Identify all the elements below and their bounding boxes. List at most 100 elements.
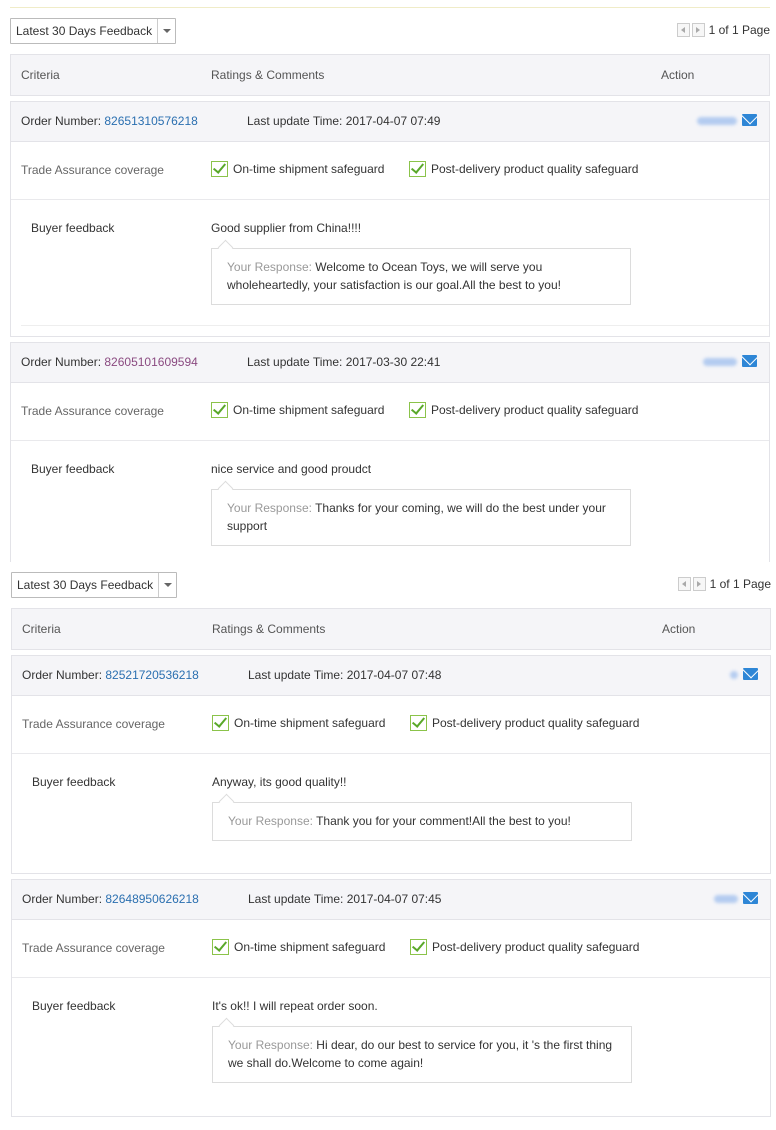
response-prefix: Your Response:: [228, 814, 313, 828]
safeguard-label: On-time shipment safeguard: [234, 716, 386, 730]
check-icon: [409, 402, 426, 418]
safeguard-ontime: On-time shipment safeguard: [211, 161, 384, 177]
check-icon: [211, 161, 228, 177]
table-header: Criteria Ratings & Comments Action: [10, 54, 770, 96]
page-indicator: 1 of 1 Page: [709, 577, 771, 591]
response-prefix: Your Response:: [228, 1038, 313, 1052]
card-header: Order Number: 82648950626218 Last update…: [12, 880, 770, 920]
feedback-period-dropdown[interactable]: Latest 30 Days Feedback: [11, 572, 178, 598]
check-icon: [212, 939, 229, 955]
pager: 1 of 1 Page: [677, 577, 771, 591]
check-icon: [409, 161, 426, 177]
safeguard-label: On-time shipment safeguard: [234, 940, 386, 954]
trade-assurance-label: Trade Assurance coverage: [22, 717, 165, 731]
last-update-time: 2017-04-07 07:45: [346, 892, 442, 906]
safeguard-label: Post-delivery product quality safeguard: [432, 940, 640, 954]
buyer-name-blurred: [730, 671, 738, 679]
card-header: Order Number: 82651310576218 Last update…: [11, 102, 769, 142]
seller-response: Your Response: Hi dear, do our best to s…: [212, 1026, 632, 1083]
order-number-label: Order Number:: [22, 668, 103, 682]
buyer-feedback-text: Good supplier from China!!!!: [211, 221, 362, 235]
buyer-feedback-text: Anyway, its good quality!!: [212, 775, 347, 789]
check-icon: [410, 939, 427, 955]
buyer-feedback-label: Buyer feedback: [32, 775, 116, 789]
prev-page-icon[interactable]: [676, 23, 690, 37]
top-divider: [10, 0, 770, 8]
feedback-section-2: Latest 30 Days Feedback 1 of 1 Page Crit…: [11, 572, 771, 1117]
buyer-feedback-text: nice service and good proudct: [211, 462, 372, 476]
prev-page-icon[interactable]: [677, 577, 691, 591]
order-number-label: Order Number:: [21, 355, 102, 369]
safeguard-label: Post-delivery product quality safeguard: [431, 162, 639, 176]
safeguard-quality: Post-delivery product quality safeguard: [409, 161, 638, 177]
trade-assurance-label: Trade Assurance coverage: [22, 941, 165, 955]
table-header: Criteria Ratings & Comments Action: [11, 608, 771, 650]
trade-assurance-row: Trade Assurance coverage On-time shipmen…: [11, 383, 769, 441]
response-prefix: Your Response:: [227, 260, 312, 274]
trade-assurance-row: Trade Assurance coverage On-time shipmen…: [12, 920, 770, 978]
order-number-link[interactable]: 82521720536218: [105, 668, 198, 682]
feedback-card: Order Number: 82521720536218 Last update…: [11, 655, 771, 874]
trade-assurance-row: Trade Assurance coverage On-time shipmen…: [11, 142, 769, 200]
order-number-link[interactable]: 82651310576218: [104, 114, 197, 128]
column-ratings: Ratings & Comments: [212, 622, 326, 636]
mail-icon[interactable]: [743, 892, 758, 904]
dropdown-label: Latest 30 Days Feedback: [17, 578, 154, 592]
feedback-card: Order Number: 82605101609594 Last update…: [10, 342, 770, 562]
feedback-card: Order Number: 82648950626218 Last update…: [11, 879, 771, 1117]
safeguard-quality: Post-delivery product quality safeguard: [409, 402, 638, 418]
mail-icon[interactable]: [742, 355, 757, 367]
next-page-icon[interactable]: [691, 23, 705, 37]
check-icon: [410, 715, 427, 731]
last-update-time: 2017-04-07 07:48: [346, 668, 442, 682]
trade-assurance-label: Trade Assurance coverage: [21, 163, 164, 177]
column-action: Action: [662, 622, 696, 636]
column-criteria: Criteria: [21, 68, 60, 82]
buyer-name-blurred: [703, 358, 737, 366]
mail-icon[interactable]: [743, 668, 758, 680]
column-action: Action: [661, 68, 695, 82]
feedback-period-dropdown[interactable]: Latest 30 Days Feedback: [10, 18, 177, 44]
order-number: Order Number: 82651310576218: [21, 114, 198, 128]
order-number-label: Order Number:: [22, 892, 103, 906]
chevron-down-icon[interactable]: [157, 19, 175, 43]
pager: 1 of 1 Page: [676, 23, 770, 37]
order-number: Order Number: 82521720536218: [22, 668, 199, 682]
last-update-label: Last update Time:: [248, 668, 344, 682]
check-icon: [211, 402, 228, 418]
next-page-icon[interactable]: [692, 577, 706, 591]
safeguard-label: Post-delivery product quality safeguard: [431, 403, 639, 417]
last-update: Last update Time: 2017-04-07 07:49: [247, 114, 440, 128]
last-update-label: Last update Time:: [248, 892, 344, 906]
order-number-link[interactable]: 82648950626218: [105, 892, 198, 906]
buyer-feedback-row: Buyer feedback Good supplier from China!…: [11, 200, 769, 336]
buyer-feedback-row: Buyer feedback It's ok!! I will repeat o…: [12, 978, 770, 1116]
buyer-feedback-label: Buyer feedback: [31, 462, 115, 476]
chevron-down-icon[interactable]: [158, 573, 176, 597]
seller-response: Your Response: Welcome to Ocean Toys, we…: [211, 248, 631, 305]
buyer-name-blurred: [714, 895, 738, 903]
mail-icon[interactable]: [742, 114, 757, 126]
buyer-feedback-label: Buyer feedback: [32, 999, 116, 1013]
toolbar: Latest 30 Days Feedback 1 of 1 Page: [10, 18, 770, 44]
safeguard-label: On-time shipment safeguard: [233, 162, 385, 176]
column-criteria: Criteria: [22, 622, 61, 636]
column-ratings: Ratings & Comments: [211, 68, 325, 82]
buyer-feedback-row: Buyer feedback Anyway, its good quality!…: [12, 754, 770, 873]
order-number: Order Number: 82648950626218: [22, 892, 199, 906]
last-update-label: Last update Time:: [247, 114, 343, 128]
seller-response: Your Response: Thank you for your commen…: [212, 802, 632, 841]
last-update: Last update Time: 2017-04-07 07:48: [248, 668, 441, 682]
safeguard-ontime: On-time shipment safeguard: [211, 402, 384, 418]
safeguard-quality: Post-delivery product quality safeguard: [410, 939, 639, 955]
feedback-section-1: Latest 30 Days Feedback 1 of 1 Page Crit…: [10, 18, 770, 562]
order-number: Order Number: 82605101609594: [21, 355, 198, 369]
safeguard-ontime: On-time shipment safeguard: [212, 939, 385, 955]
trade-assurance-label: Trade Assurance coverage: [21, 404, 164, 418]
check-icon: [212, 715, 229, 731]
buyer-name-blurred: [697, 117, 737, 125]
last-update-time: 2017-04-07 07:49: [345, 114, 441, 128]
response-text: Thank you for your comment!All the best …: [312, 814, 571, 828]
order-number-link[interactable]: 82605101609594: [104, 355, 197, 369]
dropdown-label: Latest 30 Days Feedback: [16, 24, 153, 38]
